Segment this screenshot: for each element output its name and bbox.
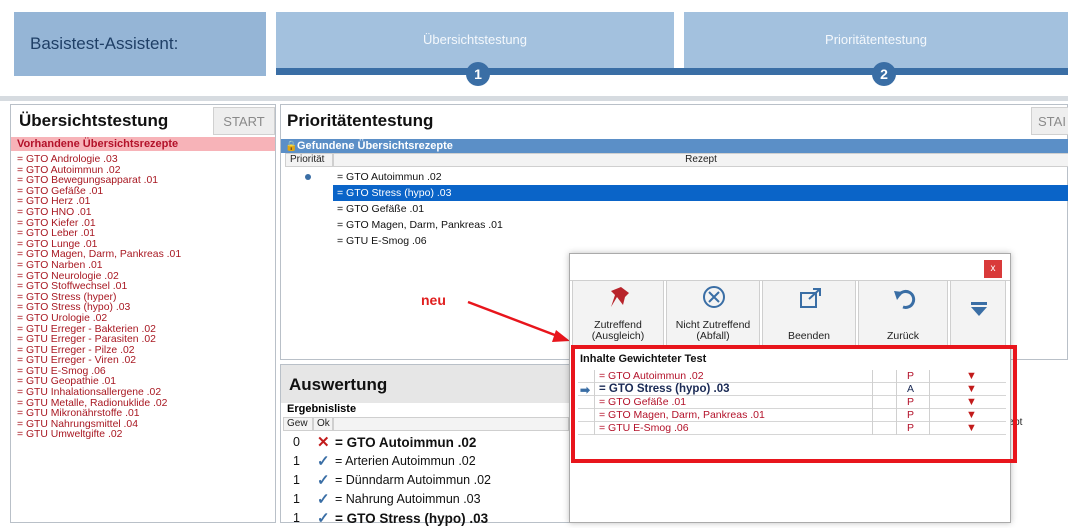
prio-table-body: = GTO Autoimmun .02 = GTO Stress (hypo) .… (281, 169, 1068, 249)
rezept-cell: = Dünndarm Autoimmun .02 (335, 473, 491, 487)
nicht-zutreffend-button[interactable]: Nicht Zutreffend (Abfall) (666, 280, 760, 346)
table-row[interactable]: = GTO Autoimmun .02 (281, 169, 1068, 185)
exit-icon (800, 288, 821, 308)
more-button[interactable] (950, 280, 1006, 346)
table-row[interactable]: = GTO Gefäße .01 (281, 201, 1068, 217)
beenden-button[interactable]: Beenden (762, 280, 856, 346)
gew-cell: 1 (293, 454, 300, 468)
rezept-cell: = GTU E-Smog .06 (337, 235, 427, 247)
header-separator (0, 96, 1068, 101)
step-progress-bar (276, 68, 1068, 75)
zurueck-button[interactable]: Zurück (858, 280, 948, 346)
gew-cell: 0 (293, 435, 300, 449)
gew-cell: 1 (293, 492, 300, 506)
annotation-arrow (467, 300, 570, 342)
close-button[interactable]: x (984, 260, 1002, 278)
auswertung-title: Auswertung (289, 375, 388, 394)
annotation-neu: neu (421, 292, 446, 308)
list-item[interactable]: = GTO HNO .01 (17, 207, 275, 219)
undo-icon (894, 290, 916, 309)
priority-marker-icon (305, 174, 311, 180)
section-header: Vorhandene Übersichtsrezepte (11, 137, 275, 151)
table-row[interactable]: 1 ✓ = Dünndarm Autoimmun .02 (281, 471, 569, 490)
ergebnisliste-label: Ergebnisliste (287, 403, 357, 415)
list-item[interactable]: = GTU Umweltgifte .02 (17, 430, 275, 441)
start-button[interactable]: START (213, 107, 275, 135)
rezept-cell: = Nahrung Autoimmun .03 (335, 492, 481, 506)
panel-title: Prioritätentestung (287, 111, 434, 130)
gew-cell: 1 (293, 511, 300, 525)
table-row[interactable]: 1 ✓ = GTO Stress (hypo) .03 (281, 509, 569, 528)
list-item[interactable]: = GTO Narben .01 (17, 260, 275, 272)
table-row[interactable]: = GTU E-Smog .06 (281, 233, 1068, 249)
wizard-title: Basistest-Assistent: (14, 12, 266, 76)
zutreffend-label: Zutreffend (Ausgleich) (591, 319, 645, 342)
step-2-badge: 2 (872, 62, 896, 86)
list-item[interactable]: = GTO Urologie .02 (17, 313, 275, 325)
chevron-down-icon (971, 302, 987, 316)
table-row[interactable]: 1 ✓ = Nahrung Autoimmun .03 (281, 490, 569, 509)
col-gew[interactable]: Gew (283, 417, 313, 431)
gew-cell: 1 (293, 473, 300, 487)
rezept-cell: = GTO Stress (hypo) .03 (335, 511, 489, 526)
panel-title: Übersichtstestung (19, 111, 169, 130)
col-prioritaet[interactable]: Priorität (285, 153, 333, 167)
list-item[interactable]: = GTO Andrologie .03 (17, 154, 275, 166)
check-icon: ✓ (317, 491, 330, 508)
table-row[interactable]: 0 ✕ = GTO Autoimmun .02 (281, 433, 569, 452)
col-rezept[interactable] (333, 417, 569, 431)
table-row[interactable]: 1 ✓ = Arterien Autoimmun .02 (281, 452, 569, 471)
check-icon: ✓ (317, 453, 330, 470)
start-button[interactable]: STAI (1031, 107, 1068, 135)
check-icon: ✓ (317, 510, 330, 527)
auswertung-header: Auswertung (281, 365, 569, 403)
ergebnis-list: 0 ✕ = GTO Autoimmun .02 1 ✓ = Arterien Autoim… (281, 433, 569, 528)
col-ok[interactable]: Ok (313, 417, 333, 431)
table-row[interactable]: = GTO Magen, Darm, Pankreas .01 (281, 217, 1068, 233)
highlight-frame (571, 345, 1017, 463)
rezept-cell: = GTO Autoimmun .02 (337, 171, 442, 183)
section-header: 🔒 Gefundene Übersichtsrezepte (281, 139, 1068, 153)
table-row[interactable]: = GTO Stress (hypo) .03 (281, 185, 1068, 201)
check-icon: ✓ (317, 472, 330, 489)
section-header-label: Gefundene Übersichtsrezepte (297, 140, 453, 152)
nicht-zutreffend-label: Nicht Zutreffend (Abfall) (675, 319, 751, 342)
beenden-label: Beenden (787, 330, 831, 342)
col-rezept[interactable]: Rezept (333, 153, 1068, 167)
lock-icon: 🔒 (285, 141, 298, 152)
pin-icon (611, 287, 629, 307)
uebersicht-panel: Übersichtstestung START Vorhandene Übers… (10, 104, 276, 523)
rezept-cell: = GTO Stress (hypo) .03 (333, 185, 1068, 201)
step-1-badge: 1 (466, 62, 490, 86)
cross-icon: ✕ (317, 434, 330, 451)
rezept-cell: = GTO Autoimmun .02 (335, 435, 477, 450)
step-tab-prioritaetentestung[interactable]: Prioritätentestung (684, 12, 1068, 70)
rezept-cell: = GTO Magen, Darm, Pankreas .01 (337, 219, 503, 231)
rezept-cell: = Arterien Autoimmun .02 (335, 454, 476, 468)
rezept-cell: = GTO Gefäße .01 (337, 203, 425, 215)
cross-circle-icon (703, 286, 725, 308)
auswertung-panel: Auswertung Ergebnisliste Gew Ok 0 ✕ = GTO … (280, 364, 570, 527)
recipe-list[interactable]: = GTO Andrologie .03 = GTO Autoimmun .02 =… (17, 154, 275, 441)
zutreffend-button[interactable]: Zutreffend (Ausgleich) (572, 280, 664, 346)
zurueck-label: Zurück (886, 330, 920, 342)
